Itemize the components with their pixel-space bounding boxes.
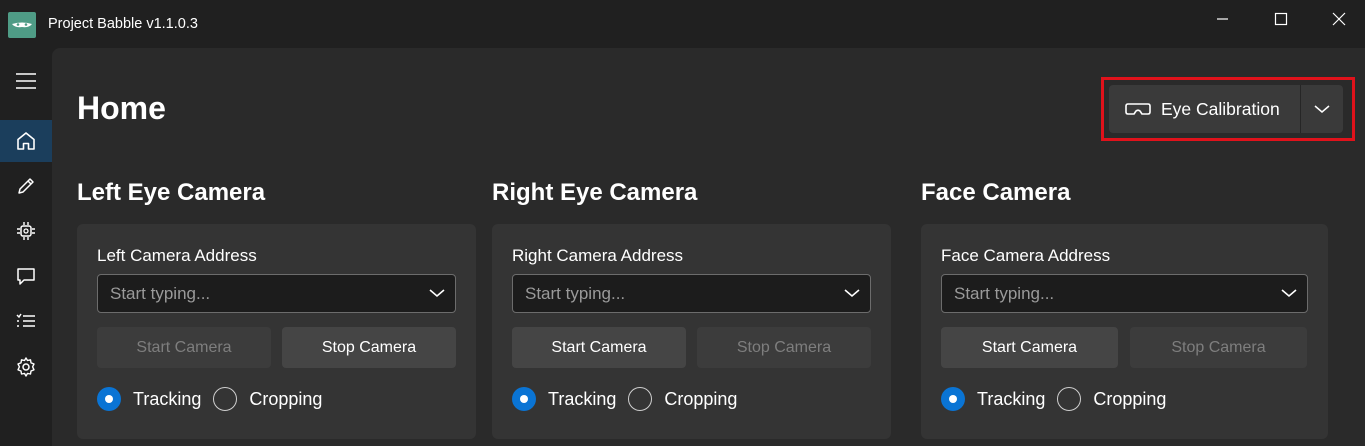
face-tracking-label[interactable]: Tracking: [977, 389, 1045, 410]
eye-calibration-label: Eye Calibration: [1161, 98, 1280, 119]
eye-calibration-split-button: Eye Calibration: [1109, 85, 1343, 133]
left-eye-camera-card: Left Camera Address Start Camera Stop Ca…: [77, 224, 476, 439]
right-tracking-label[interactable]: Tracking: [548, 389, 616, 410]
sidebar-item-edit[interactable]: [0, 165, 52, 207]
face-cropping-radio[interactable]: [1057, 387, 1082, 411]
face-tracking-radio[interactable]: [941, 387, 965, 411]
gear-icon: [17, 357, 35, 377]
title-bar: Project Babble v1.1.0.3: [0, 0, 1365, 48]
left-cropping-label[interactable]: Cropping: [249, 389, 322, 410]
chip-icon: [17, 222, 35, 240]
right-cropping-label[interactable]: Cropping: [664, 389, 737, 410]
pencil-icon: [18, 178, 34, 194]
sidebar-item-list[interactable]: [0, 300, 52, 342]
left-camera-address-combobox[interactable]: [97, 274, 456, 313]
sidebar: [0, 48, 52, 446]
right-eye-camera-heading: Right Eye Camera: [492, 179, 698, 206]
list-icon: [16, 313, 35, 327]
sidebar-item-settings[interactable]: [0, 346, 52, 388]
maximize-icon: [1274, 12, 1288, 26]
left-start-camera-button[interactable]: Start Camera: [97, 327, 271, 368]
right-cropping-radio[interactable]: [628, 387, 653, 411]
minimize-icon: [1217, 18, 1228, 20]
sidebar-item-chat[interactable]: [0, 255, 52, 297]
left-mode-radio-group: Tracking Cropping: [97, 386, 334, 412]
left-camera-address-input[interactable]: [110, 283, 410, 305]
right-mode-radio-group: Tracking Cropping: [512, 386, 749, 412]
face-camera-card: Face Camera Address Start Camera Stop Ca…: [921, 224, 1328, 439]
right-eye-camera-card: Right Camera Address Start Camera Stop C…: [492, 224, 891, 439]
face-camera-address-input[interactable]: [954, 283, 1254, 305]
face-camera-address-label: Face Camera Address: [941, 246, 1111, 265]
vr-headset-icon: [1125, 103, 1151, 115]
left-stop-camera-button[interactable]: Stop Camera: [282, 327, 456, 368]
hamburger-menu-icon: [16, 73, 36, 89]
face-start-camera-button[interactable]: Start Camera: [941, 327, 1118, 368]
face-mode-radio-group: Tracking Cropping: [941, 386, 1178, 412]
page-title: Home: [77, 90, 166, 126]
chevron-down-icon[interactable]: [1281, 287, 1297, 299]
close-icon: [1332, 12, 1346, 26]
face-camera-heading: Face Camera: [921, 179, 1071, 206]
right-camera-address-label: Right Camera Address: [512, 246, 684, 265]
eye-calibration-button[interactable]: Eye Calibration: [1109, 85, 1300, 133]
chat-icon: [17, 268, 35, 285]
left-camera-address-label: Left Camera Address: [97, 246, 257, 265]
left-eye-camera-heading: Left Eye Camera: [77, 179, 266, 206]
left-tracking-radio[interactable]: [97, 387, 121, 411]
window-title: Project Babble v1.1.0.3: [48, 16, 198, 32]
right-start-camera-button[interactable]: Start Camera: [512, 327, 686, 368]
face-camera-address-combobox[interactable]: [941, 274, 1308, 313]
sidebar-menu-toggle[interactable]: [0, 60, 52, 102]
right-camera-address-input[interactable]: [525, 283, 825, 305]
chevron-down-icon[interactable]: [844, 287, 860, 299]
chevron-down-icon: [1314, 105, 1330, 113]
babble-logo-icon: [8, 12, 36, 38]
home-icon: [17, 132, 35, 150]
close-button[interactable]: [1310, 0, 1365, 38]
left-tracking-label[interactable]: Tracking: [133, 389, 201, 410]
face-cropping-label[interactable]: Cropping: [1093, 389, 1166, 410]
right-camera-address-combobox[interactable]: [512, 274, 871, 313]
sidebar-item-home[interactable]: [0, 120, 52, 162]
right-tracking-radio[interactable]: [512, 387, 536, 411]
left-cropping-radio[interactable]: [213, 387, 238, 411]
sidebar-item-algorithm[interactable]: [0, 210, 52, 252]
eye-calibration-dropdown[interactable]: [1301, 85, 1343, 133]
main-panel: Home Eye Calibration Left Eye Camera Lef…: [52, 48, 1365, 446]
face-stop-camera-button[interactable]: Stop Camera: [1130, 327, 1307, 368]
right-stop-camera-button[interactable]: Stop Camera: [697, 327, 871, 368]
chevron-down-icon[interactable]: [429, 287, 445, 299]
minimize-button[interactable]: [1194, 0, 1252, 38]
maximize-button[interactable]: [1252, 0, 1310, 38]
